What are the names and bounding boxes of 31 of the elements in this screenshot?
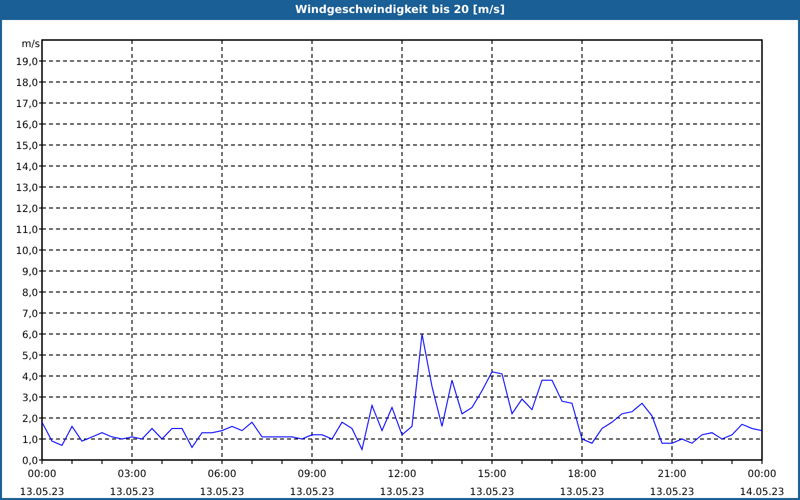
y-tick-label: 12,0: [16, 204, 38, 215]
x-tick-label: 15:00 13.05.23: [470, 469, 514, 498]
y-axis-unit: m/s: [22, 39, 40, 50]
x-tick-label: 06:00 13.05.23: [200, 469, 244, 498]
x-tick-label: 12:00 13.05.23: [380, 469, 424, 498]
x-tick-label: 03:00 13.05.23: [110, 469, 154, 498]
y-tick-label: 4,0: [22, 372, 38, 383]
y-tick-label: 14,0: [16, 162, 38, 173]
y-tick-label: 0,0: [22, 456, 38, 467]
y-tick-label: 8,0: [22, 288, 38, 299]
x-tick-label: 00:00 14.05.23: [740, 469, 784, 498]
y-tick-label: 7,0: [22, 309, 38, 320]
y-tick-label: 19,0: [16, 57, 38, 68]
y-tick-label: 1,0: [22, 435, 38, 446]
y-tick-label: 15,0: [16, 141, 38, 152]
y-tick-label: 18,0: [16, 78, 38, 89]
window-title: Windgeschwindigkeit bis 20 [m/s]: [2, 0, 798, 20]
y-tick-label: 11,0: [16, 225, 38, 236]
y-tick-label: 16,0: [16, 120, 38, 131]
y-tick-label: 13,0: [16, 183, 38, 194]
y-tick-label: 17,0: [16, 99, 38, 110]
y-tick-label: 5,0: [22, 351, 38, 362]
y-tick-label: 2,0: [22, 414, 38, 425]
x-tick-label: 21:00 13.05.23: [650, 469, 694, 498]
x-tick-label: 00:00 13.05.23: [20, 469, 64, 498]
y-tick-label: 6,0: [22, 330, 38, 341]
x-tick-label: 09:00 13.05.23: [290, 469, 334, 498]
y-tick-label: 10,0: [16, 246, 38, 257]
y-tick-label: 3,0: [22, 393, 38, 404]
x-tick-label: 18:00 13.05.23: [560, 469, 604, 498]
y-tick-label: 9,0: [22, 267, 38, 278]
